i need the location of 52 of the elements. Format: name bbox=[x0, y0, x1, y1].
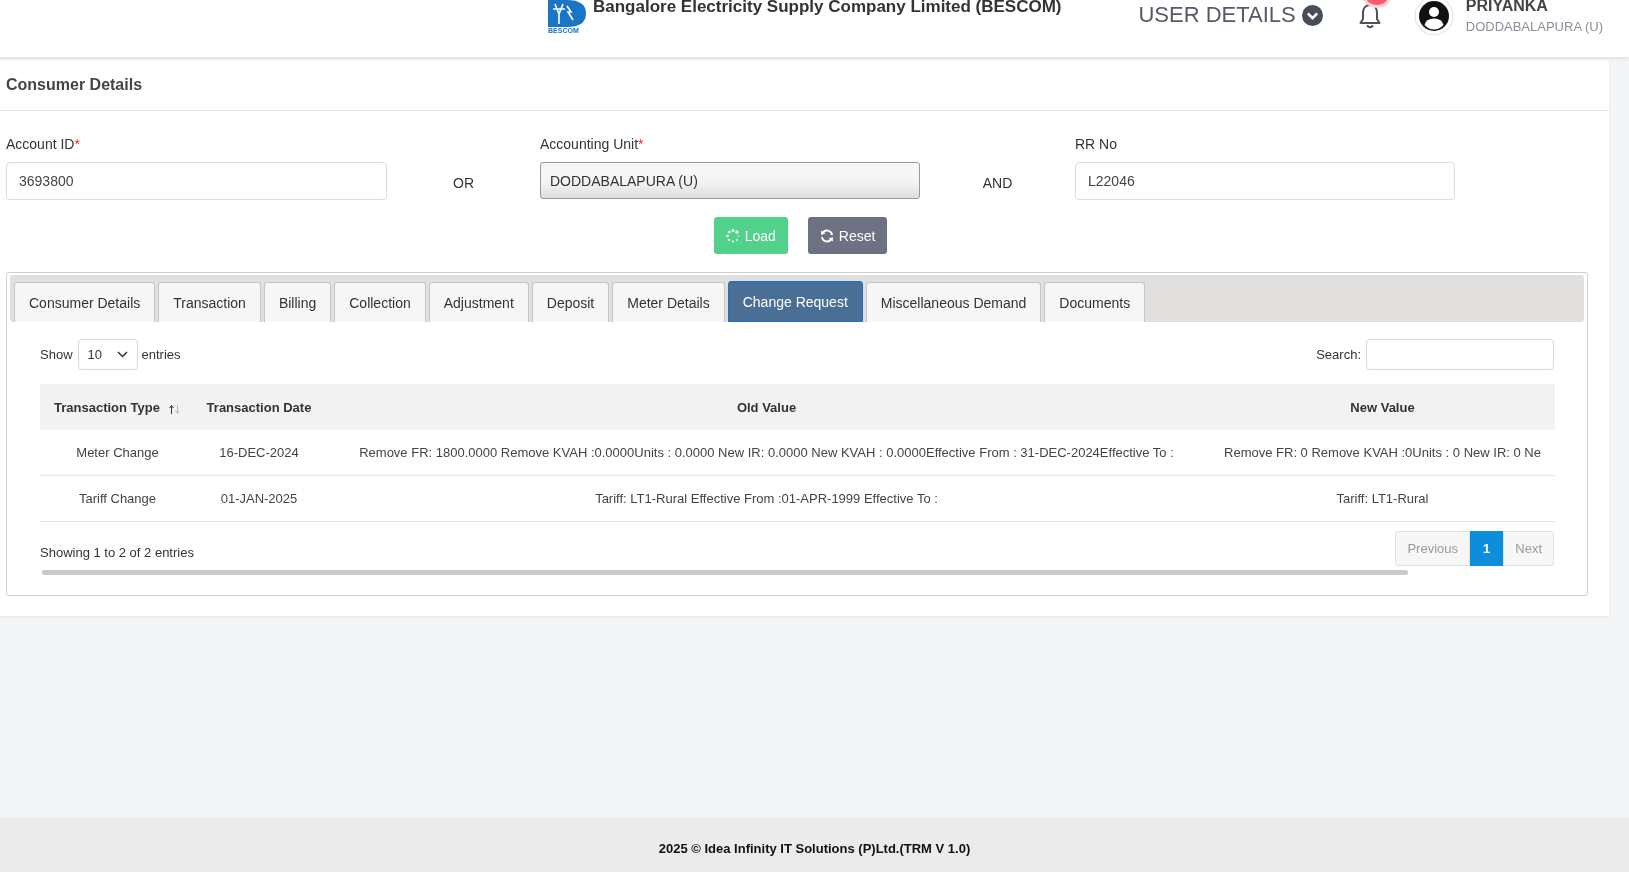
field-label: Account ID* bbox=[6, 135, 81, 154]
tab[interactable]: Billing bbox=[263, 282, 332, 322]
horizontal-scrollbar[interactable] bbox=[42, 570, 1408, 575]
tab[interactable]: Adjustment bbox=[428, 282, 529, 322]
search-label: Search: bbox=[1316, 347, 1361, 362]
show-label: Show bbox=[40, 347, 73, 362]
tab[interactable]: Change Request bbox=[727, 281, 863, 322]
avatar-icon[interactable] bbox=[1413, 0, 1454, 36]
tab[interactable]: Collection bbox=[334, 282, 426, 322]
text-input[interactable]: L22046 bbox=[1075, 162, 1455, 200]
column-header[interactable]: Old Value bbox=[323, 384, 1210, 430]
table-cell: Tariff: LT1-Rural Effective From :01-APR-1999 Effective To : bbox=[323, 475, 1210, 522]
chevron-down-icon bbox=[116, 351, 128, 358]
table-cell: 01-JAN-2025 bbox=[195, 475, 323, 522]
user-unit: DODDABALAPURA (U) bbox=[1465, 19, 1603, 35]
column-header[interactable]: Transaction Date bbox=[195, 384, 323, 430]
copyright-text: 2025 © Idea Infinity IT Solutions (P)Ltd.(TRM V 1.0) bbox=[658, 840, 971, 856]
table-cell: 16-DEC-2024 bbox=[195, 430, 323, 476]
user-name: PRIYANKA bbox=[1465, 0, 1549, 12]
table-cell: Tariff Change bbox=[40, 475, 195, 522]
column-header[interactable]: New Value bbox=[1210, 384, 1555, 430]
tab[interactable]: Documents bbox=[1044, 282, 1146, 322]
tab[interactable]: Deposit bbox=[531, 282, 610, 322]
table-cell: Remove FR: 1800.0000 Remove KVAH :0.0000Units : 0.0000 New IR: 0.0000 New KVAH : 0.0000Effective From : 31-DEC-2024Effective To : bbox=[323, 430, 1210, 476]
tab[interactable]: Meter Details bbox=[612, 282, 725, 322]
sort-icon[interactable] bbox=[168, 403, 181, 415]
page-length-select[interactable]: 10 bbox=[77, 339, 138, 370]
text-input[interactable]: 3693800 bbox=[6, 162, 387, 200]
tab[interactable]: Transaction bbox=[158, 282, 261, 322]
column-header[interactable]: Transaction Type bbox=[40, 384, 195, 430]
reset-button[interactable]: Reset bbox=[807, 217, 888, 254]
user-details-menu[interactable]: USER DETAILS bbox=[1138, 2, 1323, 28]
field-label: Accounting Unit* bbox=[540, 135, 645, 154]
tab[interactable]: Miscellaneous Demand bbox=[865, 282, 1042, 322]
field-label: RR No bbox=[1075, 135, 1118, 154]
select-field[interactable]: DODDABALAPURA (U) bbox=[540, 162, 920, 199]
chevron-down-icon bbox=[1301, 4, 1323, 26]
conjunction-text: OR bbox=[453, 174, 474, 193]
entries-label: entries bbox=[141, 347, 181, 362]
card-title: Consumer Details bbox=[6, 76, 143, 94]
refresh-icon bbox=[819, 228, 834, 243]
table-cell: Tariff: LT1-Rural bbox=[1210, 475, 1555, 522]
search-field[interactable] bbox=[1366, 339, 1554, 370]
column-title: Transaction Type bbox=[54, 399, 160, 415]
spinner-icon bbox=[725, 228, 740, 243]
tab[interactable]: Consumer Details bbox=[14, 282, 156, 322]
site-title: Bangalore Electricity Supply Company Limited (BESCOM) bbox=[593, 0, 1062, 14]
entries-info: Showing 1 to 2 of 2 entries bbox=[40, 545, 194, 560]
table-cell: Remove FR: 0 Remove KVAH :0Units : 0 New IR: 0 Ne bbox=[1210, 430, 1555, 476]
table-cell: Meter Change bbox=[40, 430, 195, 476]
page-number-button[interactable]: 1 bbox=[1470, 531, 1504, 566]
conjunction-text: AND bbox=[982, 174, 1013, 193]
